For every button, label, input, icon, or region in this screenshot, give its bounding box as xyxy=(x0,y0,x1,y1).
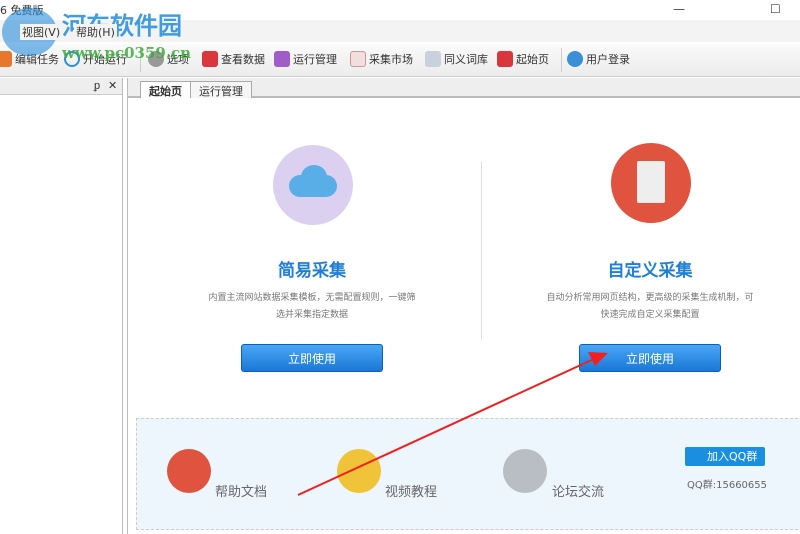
menu-view[interactable]: 视图(V) xyxy=(20,24,63,40)
annotation-arrow xyxy=(297,352,608,496)
menu-help[interactable]: 帮助(H) xyxy=(74,24,117,40)
